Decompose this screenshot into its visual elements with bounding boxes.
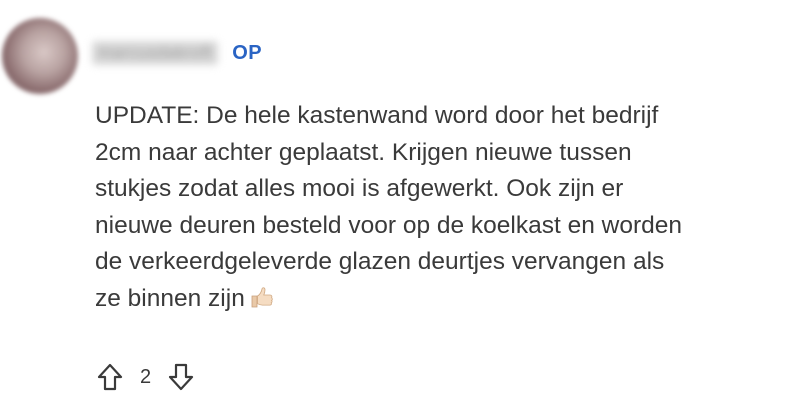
downvote-button[interactable]: [165, 361, 197, 393]
vote-count: 2: [140, 365, 152, 388]
username[interactable]: marcusdakroft: [92, 41, 219, 65]
upvote-arrow-icon: [97, 363, 123, 391]
comment-header: marcusdakroft OP: [92, 38, 262, 68]
thumbs-up-emoji-icon: [251, 286, 273, 307]
comment-body: UPDATE: De hele kastenwand word door het…: [95, 98, 800, 317]
comment-body-text: UPDATE: De hele kastenwand word door het…: [95, 102, 683, 312]
downvote-arrow-icon: [169, 363, 194, 391]
op-badge: OP: [232, 41, 263, 64]
avatar[interactable]: [2, 18, 78, 94]
upvote-button[interactable]: [94, 361, 126, 393]
comment: marcusdakroft OP UPDATE: De hele kastenw…: [0, 0, 812, 418]
vote-bar: 2: [94, 360, 197, 394]
